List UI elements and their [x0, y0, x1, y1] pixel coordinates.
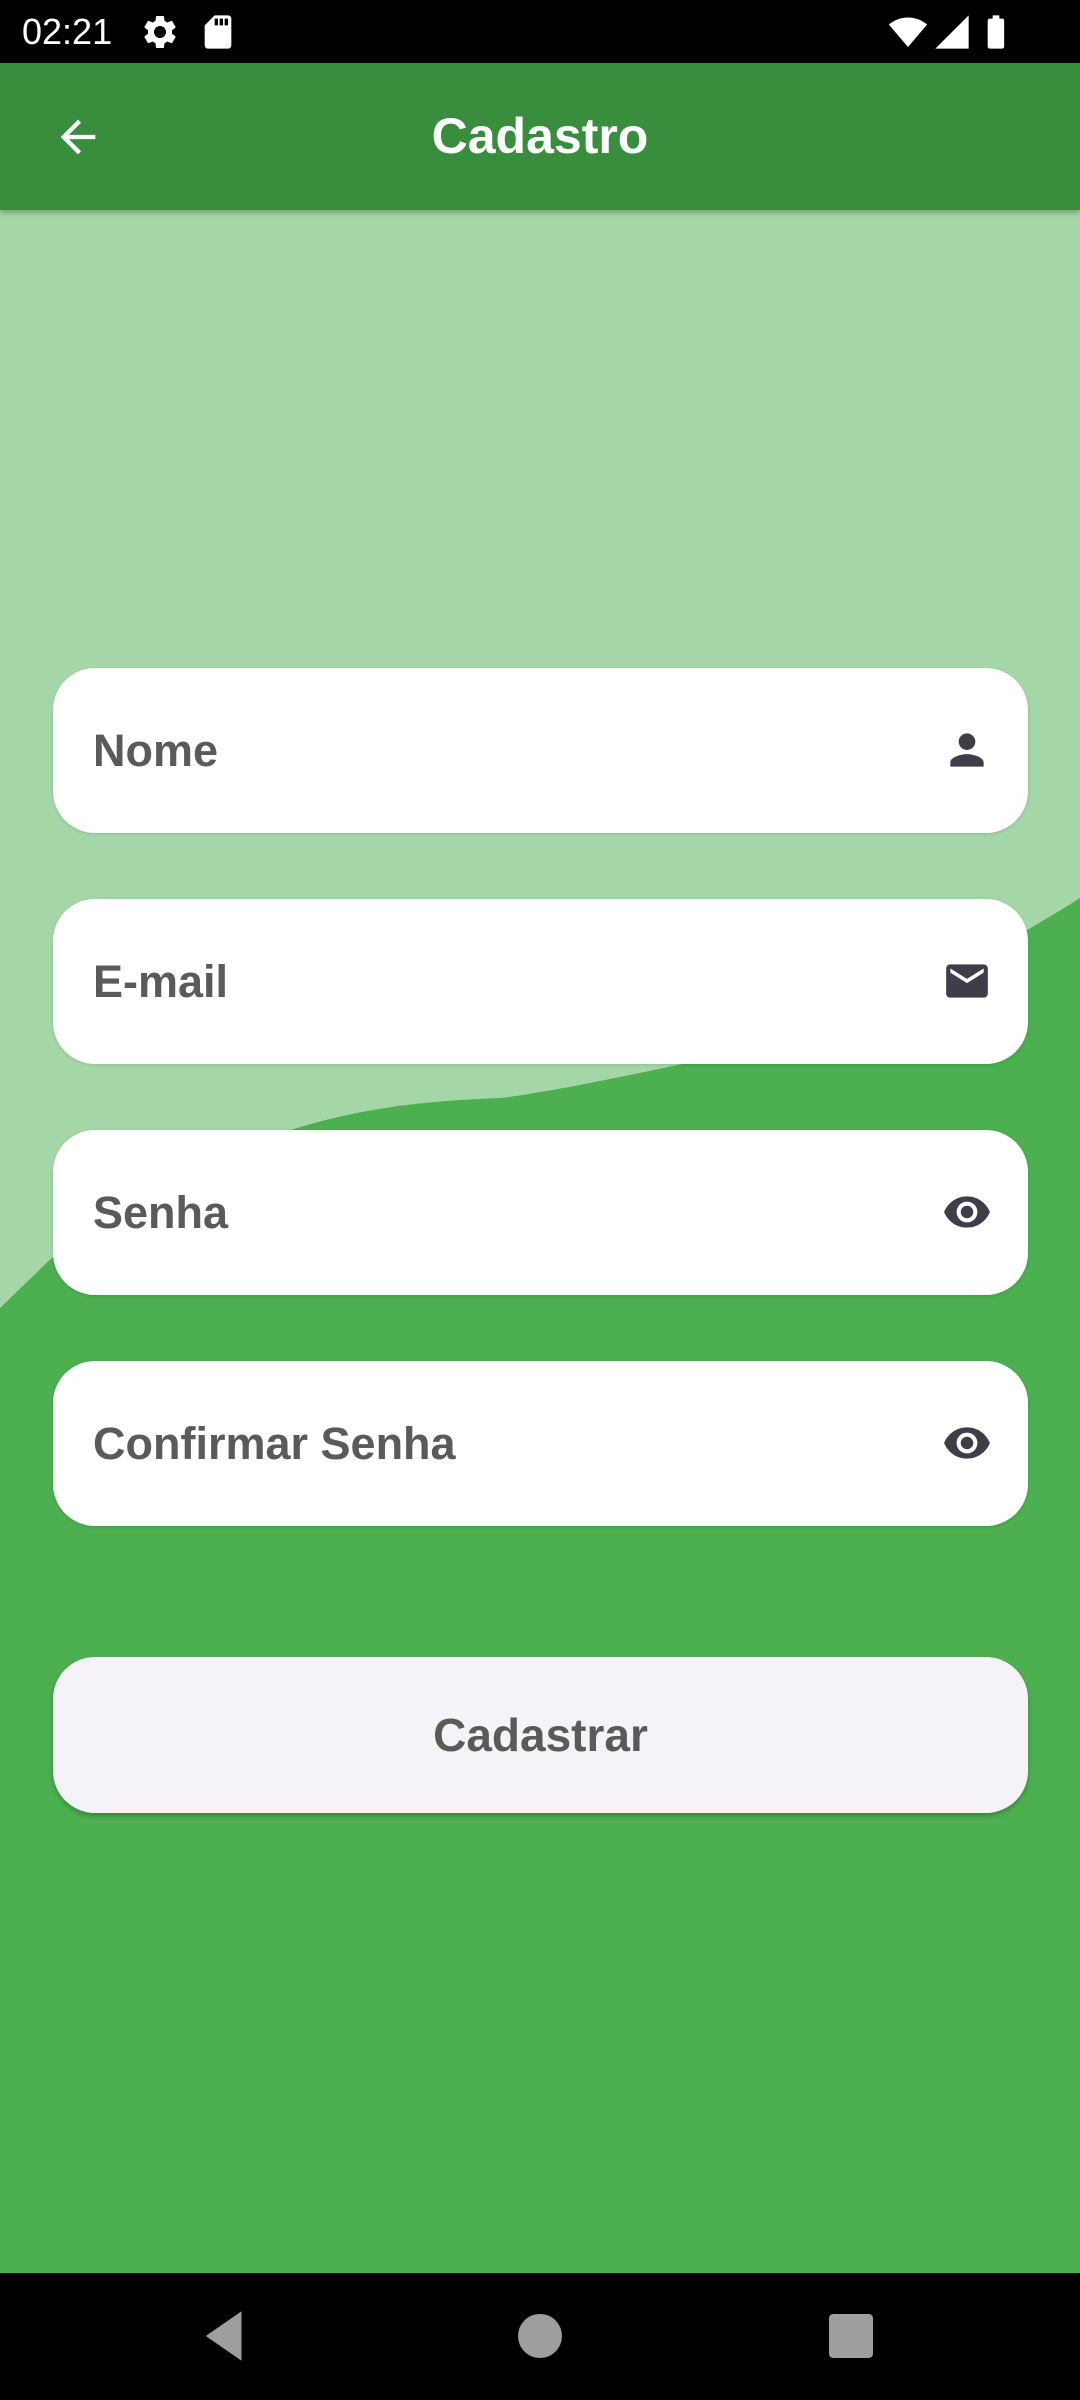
eye-icon[interactable] — [942, 1187, 992, 1237]
mail-icon — [942, 956, 992, 1006]
recents-square-icon[interactable] — [818, 2303, 884, 2369]
email-field-label: E-mail — [93, 956, 229, 1007]
status-time: 02:21 — [22, 11, 113, 52]
email-field[interactable]: E-mail — [53, 899, 1028, 1064]
register-button-label: Cadastrar — [433, 1709, 648, 1761]
person-icon — [942, 725, 992, 775]
register-button[interactable]: Cadastrar — [53, 1657, 1028, 1813]
wifi-icon — [888, 12, 928, 52]
system-nav-bar — [0, 2273, 1080, 2400]
battery-icon — [976, 12, 1016, 52]
home-circle-icon[interactable] — [507, 2303, 573, 2369]
confirm-password-field[interactable]: Confirmar Senha — [53, 1361, 1028, 1526]
name-field-label: Nome — [93, 725, 219, 776]
back-triangle-icon[interactable] — [192, 2303, 258, 2369]
confirm-password-field-label: Confirmar Senha — [93, 1418, 456, 1469]
password-field-label: Senha — [93, 1187, 229, 1238]
signal-icon — [932, 12, 972, 52]
name-field[interactable]: Nome — [53, 668, 1028, 833]
form-content: Nome E-mail Senha Confirmar Senha Cadast… — [0, 210, 1080, 2273]
page-title: Cadastro — [431, 108, 649, 164]
status-bar: 02:21 — [0, 0, 1080, 63]
settings-icon — [140, 12, 180, 52]
app-bar: Cadastro — [0, 63, 1080, 210]
sd-card-icon — [198, 12, 238, 52]
password-field[interactable]: Senha — [53, 1130, 1028, 1295]
eye-icon[interactable] — [942, 1418, 992, 1468]
